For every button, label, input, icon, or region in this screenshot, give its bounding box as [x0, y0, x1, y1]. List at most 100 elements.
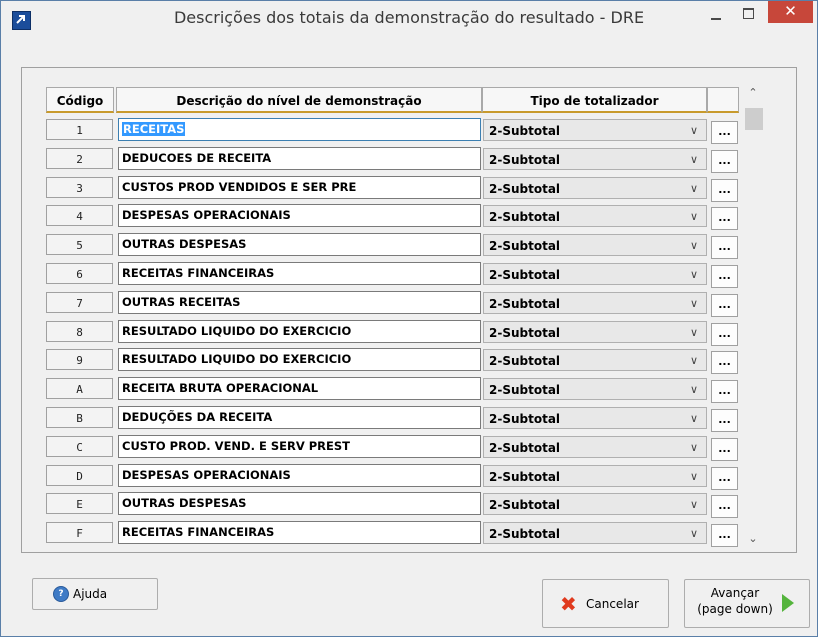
description-input[interactable]: CUSTO PROD. VEND. E SERV PREST: [118, 434, 481, 458]
description-input[interactable]: RECEITAS FINANCEIRAS: [118, 262, 481, 285]
type-value: 2-Subtotal: [489, 527, 561, 542]
table-row[interactable]: E OUTRAS DESPESAS 2-Subtotal ∨...: [22, 492, 796, 521]
table-row[interactable]: 9 RESULTADO LIQUIDO DO EXERCICIO 2-Subtota…: [22, 348, 796, 377]
description-input[interactable]: RECEITA BRUTA OPERACIONAL: [118, 377, 481, 401]
ellipsis-button[interactable]: ...: [711, 466, 738, 490]
chevron-down-icon[interactable]: ∨: [690, 437, 698, 459]
code-cell: E: [46, 493, 113, 515]
description-input[interactable]: DEDUCOES DE RECEITA: [118, 146, 481, 170]
chevron-down-icon[interactable]: ∨: [690, 379, 698, 401]
description-input[interactable]: DEDUÇÕES DA RECEITA: [118, 406, 481, 429]
description-input[interactable]: RECEITAS FINANCEIRAS: [118, 521, 481, 545]
table-row[interactable]: 6 RECEITAS FINANCEIRAS 2-Subtotal ∨...: [22, 262, 796, 291]
chevron-down-icon[interactable]: ∨: [690, 264, 698, 286]
type-value: 2-Subtotal: [489, 440, 561, 455]
minimize-button[interactable]: [704, 5, 730, 25]
table-row[interactable]: 1 RECEITAS 2-Subtotal ∨...: [22, 118, 796, 147]
description-input[interactable]: OUTRAS DESPESAS: [118, 233, 481, 257]
chevron-down-icon[interactable]: ∨: [690, 293, 698, 315]
type-select[interactable]: 2-Subtotal ∨: [483, 205, 707, 228]
type-select[interactable]: 2-Subtotal ∨: [483, 435, 707, 459]
table-row[interactable]: C CUSTO PROD. VEND. E SERV PREST 2-Subtota…: [22, 434, 796, 464]
chevron-down-icon[interactable]: ∨: [690, 523, 698, 545]
type-value: 2-Subtotal: [489, 354, 561, 369]
code-cell: A: [46, 378, 113, 400]
chevron-down-icon[interactable]: ∨: [690, 178, 698, 200]
column-header-action[interactable]: [707, 87, 739, 113]
chevron-down-icon[interactable]: ∨: [690, 466, 698, 488]
ellipsis-button[interactable]: ...: [711, 495, 738, 519]
chevron-down-icon[interactable]: ∨: [690, 235, 698, 257]
chevron-down-icon[interactable]: ∨: [690, 408, 698, 430]
maximize-button[interactable]: [736, 5, 762, 25]
column-header-description[interactable]: Descrição do nível de demonstração: [116, 87, 482, 113]
table-row[interactable]: 3 CUSTOS PROD VENDIDOS E SER PRE 2-Subtota…: [22, 175, 796, 205]
close-button[interactable]: ✕: [768, 1, 813, 23]
type-select[interactable]: 2-Subtotal ∨: [483, 407, 707, 429]
ellipsis-button[interactable]: ...: [711, 351, 738, 375]
chevron-down-icon[interactable]: ∨: [690, 350, 698, 372]
type-select[interactable]: 2-Subtotal ∨: [483, 176, 707, 200]
vertical-scrollbar[interactable]: ⌃ ⌄: [743, 84, 763, 550]
green-arrow-icon: [782, 594, 794, 612]
description-text: DESPESAS OPERACIONAIS: [122, 208, 291, 223]
type-select[interactable]: 2-Subtotal ∨: [483, 147, 707, 171]
type-value: 2-Subtotal: [489, 239, 561, 254]
table-row[interactable]: B DEDUÇÕES DA RECEITA 2-Subtotal ∨...: [22, 406, 796, 435]
description-input[interactable]: DESPESAS OPERACIONAIS: [118, 204, 481, 228]
type-select[interactable]: 2-Subtotal ∨: [483, 234, 707, 257]
ellipsis-button[interactable]: ...: [711, 236, 738, 260]
ellipsis-button[interactable]: ...: [711, 265, 738, 288]
description-input[interactable]: OUTRAS RECEITAS: [118, 290, 481, 314]
ellipsis-button[interactable]: ...: [711, 293, 738, 317]
chevron-down-icon[interactable]: ∨: [690, 322, 698, 344]
description-input[interactable]: DESPESAS OPERACIONAIS: [118, 463, 481, 487]
type-select[interactable]: 2-Subtotal ∨: [483, 349, 707, 372]
type-select[interactable]: 2-Subtotal ∨: [483, 291, 707, 315]
code-cell: 5: [46, 234, 113, 256]
table-row[interactable]: 7 OUTRAS RECEITAS 2-Subtotal ∨...: [22, 290, 796, 320]
type-select[interactable]: 2-Subtotal ∨: [483, 119, 707, 141]
table-row[interactable]: D DESPESAS OPERACIONAIS 2-Subtotal ∨...: [22, 463, 796, 493]
chevron-down-icon[interactable]: ∨: [690, 120, 698, 142]
table-row[interactable]: A RECEITA BRUTA OPERACIONAL 2-Subtotal ∨...: [22, 377, 796, 406]
type-select[interactable]: 2-Subtotal ∨: [483, 263, 707, 285]
chevron-down-icon[interactable]: ∨: [690, 206, 698, 228]
type-select[interactable]: 2-Subtotal ∨: [483, 320, 707, 344]
description-input[interactable]: RECEITAS: [118, 118, 481, 141]
help-button[interactable]: ? Ajuda: [32, 578, 158, 610]
code-cell: 9: [46, 349, 113, 371]
ellipsis-button[interactable]: ...: [711, 178, 738, 202]
table-row[interactable]: 5 OUTRAS DESPESAS 2-Subtotal ∨...: [22, 233, 796, 262]
description-input[interactable]: OUTRAS DESPESAS: [118, 492, 481, 516]
description-input[interactable]: RESULTADO LIQUIDO DO EXERCICIO: [118, 348, 481, 372]
column-header-type[interactable]: Tipo de totalizador: [482, 87, 707, 113]
scroll-thumb[interactable]: [745, 108, 763, 130]
ellipsis-button[interactable]: ...: [711, 121, 738, 144]
chevron-down-icon[interactable]: ∨: [690, 149, 698, 171]
ellipsis-button[interactable]: ...: [711, 207, 738, 231]
table-row[interactable]: 2 DEDUCOES DE RECEITA 2-Subtotal ∨...: [22, 146, 796, 176]
table-row[interactable]: 4 DESPESAS OPERACIONAIS 2-Subtotal ∨...: [22, 204, 796, 233]
description-input[interactable]: CUSTOS PROD VENDIDOS E SER PRE: [118, 175, 481, 199]
column-header-code[interactable]: Código: [46, 87, 114, 113]
ellipsis-button[interactable]: ...: [711, 380, 738, 404]
cancel-button[interactable]: ✖ Cancelar: [542, 579, 669, 628]
type-value: 2-Subtotal: [489, 325, 561, 340]
ellipsis-button[interactable]: ...: [711, 524, 738, 548]
type-select[interactable]: 2-Subtotal ∨: [483, 464, 707, 488]
ellipsis-button[interactable]: ...: [711, 149, 738, 173]
ellipsis-button[interactable]: ...: [711, 437, 738, 461]
scroll-down-icon[interactable]: ⌄: [745, 532, 761, 548]
ellipsis-button[interactable]: ...: [711, 322, 738, 346]
type-select[interactable]: 2-Subtotal ∨: [483, 378, 707, 401]
type-select[interactable]: 2-Subtotal ∨: [483, 493, 707, 516]
description-input[interactable]: RESULTADO LIQUIDO DO EXERCICIO: [118, 319, 481, 343]
type-select[interactable]: 2-Subtotal ∨: [483, 522, 707, 545]
chevron-down-icon[interactable]: ∨: [690, 494, 698, 516]
table-row[interactable]: 8 RESULTADO LIQUIDO DO EXERCICIO 2-Subtota…: [22, 319, 796, 349]
table-row[interactable]: F RECEITAS FINANCEIRAS 2-Subtotal ∨...: [22, 521, 796, 550]
ellipsis-button[interactable]: ...: [711, 409, 738, 432]
scroll-up-icon[interactable]: ⌃: [745, 86, 761, 102]
next-button[interactable]: Avançar (page down): [684, 579, 810, 628]
